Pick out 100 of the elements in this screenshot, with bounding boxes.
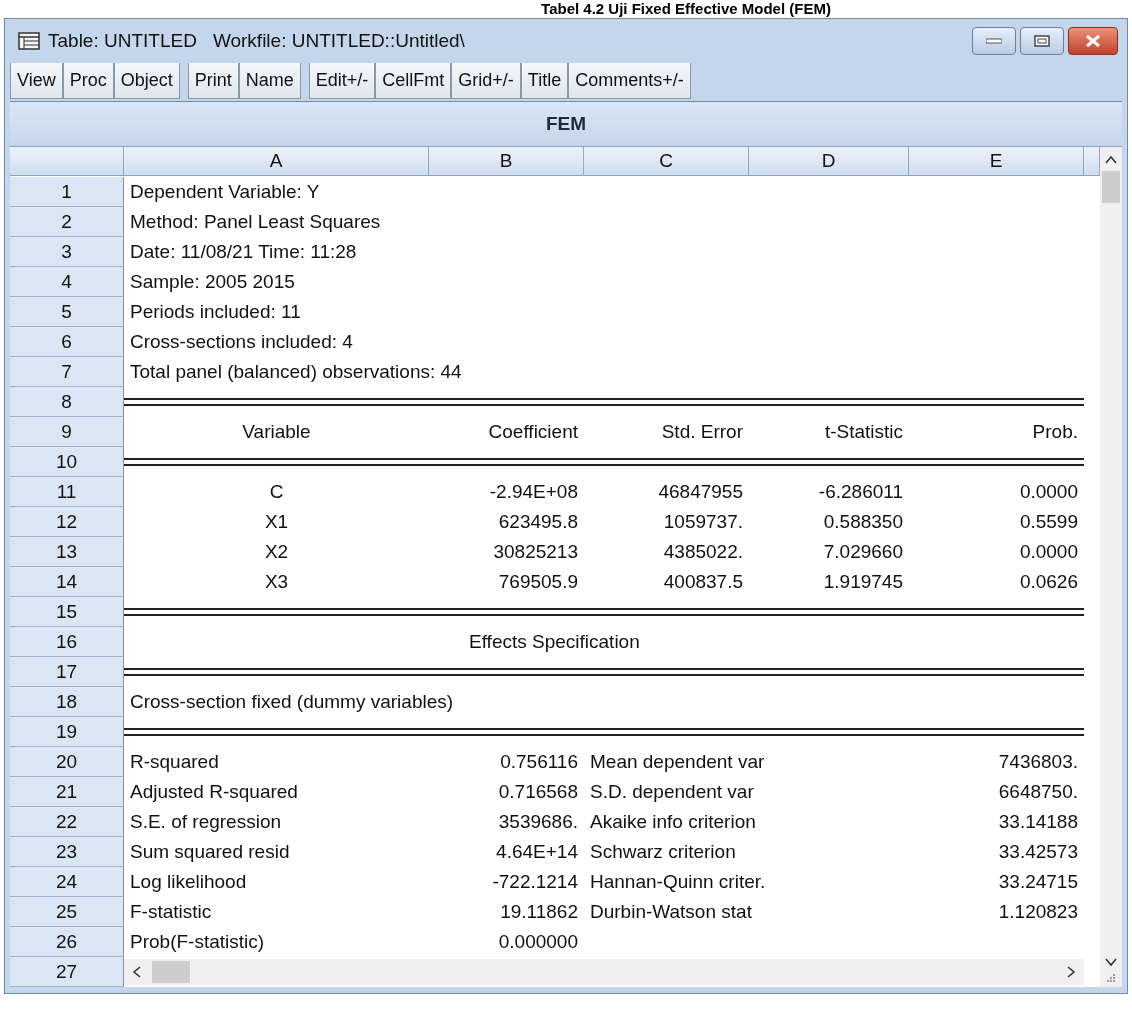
table-cell: 7436803. <box>998 751 1078 773</box>
table-cell: 0.0000 <box>1019 481 1078 503</box>
row-number: 19 <box>10 717 124 747</box>
toolbar-button[interactable]: Title <box>520 63 569 99</box>
table-cell: X1 <box>264 511 289 533</box>
table-cell: 0.716568 <box>498 781 578 803</box>
toolbar-button[interactable]: View <box>10 63 63 99</box>
toolbar-button[interactable]: Comments+/- <box>568 63 691 99</box>
row-number: 17 <box>10 657 124 687</box>
table-cell: 1.120823 <box>998 901 1078 923</box>
table-cell: -722.1214 <box>492 871 578 893</box>
toolbar-button[interactable]: Edit+/- <box>308 63 376 99</box>
row-number: 14 <box>10 567 124 597</box>
table-cell: 0.588350 <box>823 511 903 533</box>
table-cell: Hannan-Quinn criter. <box>590 871 766 893</box>
column-header: A <box>124 147 429 176</box>
row-number: 12 <box>10 507 124 537</box>
table-cell: 3539686. <box>498 811 578 833</box>
table-cell: Method: Panel Least Squares <box>130 211 381 233</box>
toolbar-button[interactable]: Proc <box>62 63 114 99</box>
table-cell: Sum squared resid <box>130 841 290 863</box>
column-header: E <box>909 147 1084 176</box>
row-number: 2 <box>10 207 124 237</box>
table-cell: 33.14188 <box>998 811 1078 833</box>
row-number: 25 <box>10 897 124 927</box>
row-number: 8 <box>10 387 124 417</box>
table-cell: 623495.8 <box>498 511 578 533</box>
row-number: 23 <box>10 837 124 867</box>
table-cell: Schwarz criterion <box>590 841 736 863</box>
row-number: 26 <box>10 927 124 957</box>
table-cell: 1.919745 <box>823 571 903 593</box>
table-cell: 4385022. <box>663 541 743 563</box>
table-cell: 769505.9 <box>498 571 578 593</box>
minimize-button[interactable] <box>972 27 1016 55</box>
table-cell: X3 <box>264 571 289 593</box>
row-number: 18 <box>10 687 124 717</box>
vertical-scrollbar[interactable] <box>1100 147 1122 987</box>
table-cell: 4.64E+14 <box>496 841 578 863</box>
toolbar-button[interactable]: Grid+/- <box>451 63 521 99</box>
row-number: 13 <box>10 537 124 567</box>
table-cell: R-squared <box>130 751 219 773</box>
row-number: 11 <box>10 477 124 507</box>
table-cell: 1059737. <box>663 511 743 533</box>
toolbar-button[interactable]: Print <box>187 63 239 99</box>
table-cell: Cross-section fixed (dummy variables) <box>130 691 454 713</box>
table-cell: 400837.5 <box>663 571 743 593</box>
workfile-label: Workfile: UNTITLED::Untitled\ <box>212 30 465 52</box>
row-number: 10 <box>10 447 124 477</box>
table-cell: t-Statistic <box>824 421 903 443</box>
table-cell: Akaike info criterion <box>590 811 756 833</box>
row-number: 1 <box>10 177 124 207</box>
horizontal-scrollbar[interactable] <box>124 959 1084 985</box>
table-cell: Periods included: 11 <box>130 301 301 323</box>
table-cell: 46847955 <box>658 481 743 503</box>
row-number: 4 <box>10 267 124 297</box>
row-number: 5 <box>10 297 124 327</box>
table-cell: 33.24715 <box>998 871 1078 893</box>
table-cell: F-statistic <box>130 901 212 923</box>
table-cell: Total panel (balanced) observations: 44 <box>130 361 462 383</box>
scrollbar-thumb[interactable] <box>1102 171 1120 203</box>
table-cell: Std. Error <box>661 421 743 443</box>
table-cell: Dependent Variable: Y <box>130 181 320 203</box>
toolbar-button[interactable]: Object <box>113 63 180 99</box>
resize-grip-icon[interactable] <box>1106 973 1116 983</box>
close-icon <box>1085 34 1101 48</box>
scroll-left-icon[interactable] <box>132 965 142 979</box>
table-cell: Date: 11/08/21 Time: 11:28 <box>130 241 357 263</box>
row-number: 16 <box>10 627 124 657</box>
toolbar-button[interactable]: Name <box>238 63 301 99</box>
table-cell: Log likelihood <box>130 871 247 893</box>
scrollbar-thumb[interactable] <box>152 961 190 983</box>
column-header: C <box>584 147 749 176</box>
maximize-icon <box>1034 35 1050 47</box>
table-icon <box>18 32 40 50</box>
close-button[interactable] <box>1068 27 1118 55</box>
row-number: 20 <box>10 747 124 777</box>
table-cell: 0.000000 <box>498 931 578 953</box>
header-filler <box>1084 147 1100 176</box>
table-cell: 30825213 <box>493 541 578 563</box>
table-cell: S.D. dependent var <box>590 781 754 803</box>
row-number: 15 <box>10 597 124 627</box>
table-cell: -6.286011 <box>818 481 903 503</box>
table-cell: Mean dependent var <box>590 751 765 773</box>
minimize-icon <box>986 38 1002 44</box>
table-cell: Prob. <box>1032 421 1078 443</box>
scroll-down-icon[interactable] <box>1104 957 1118 967</box>
scroll-right-icon[interactable] <box>1066 965 1076 979</box>
table-title: FEM <box>10 101 1122 147</box>
toolbar-button[interactable]: CellFmt <box>375 63 452 99</box>
table-cell: 0.5599 <box>1019 511 1078 533</box>
row-number: 24 <box>10 867 124 897</box>
table-cell: Sample: 2005 2015 <box>130 271 295 293</box>
column-header: D <box>749 147 909 176</box>
table-cell: Adjusted R-squared <box>130 781 298 803</box>
row-number: 22 <box>10 807 124 837</box>
maximize-button[interactable] <box>1020 27 1064 55</box>
scroll-up-icon[interactable] <box>1104 155 1118 165</box>
table-cell: Prob(F-statistic) <box>130 931 265 953</box>
table-cell: Cross-sections included: 4 <box>130 331 353 353</box>
table-cell: 0.0000 <box>1019 541 1078 563</box>
